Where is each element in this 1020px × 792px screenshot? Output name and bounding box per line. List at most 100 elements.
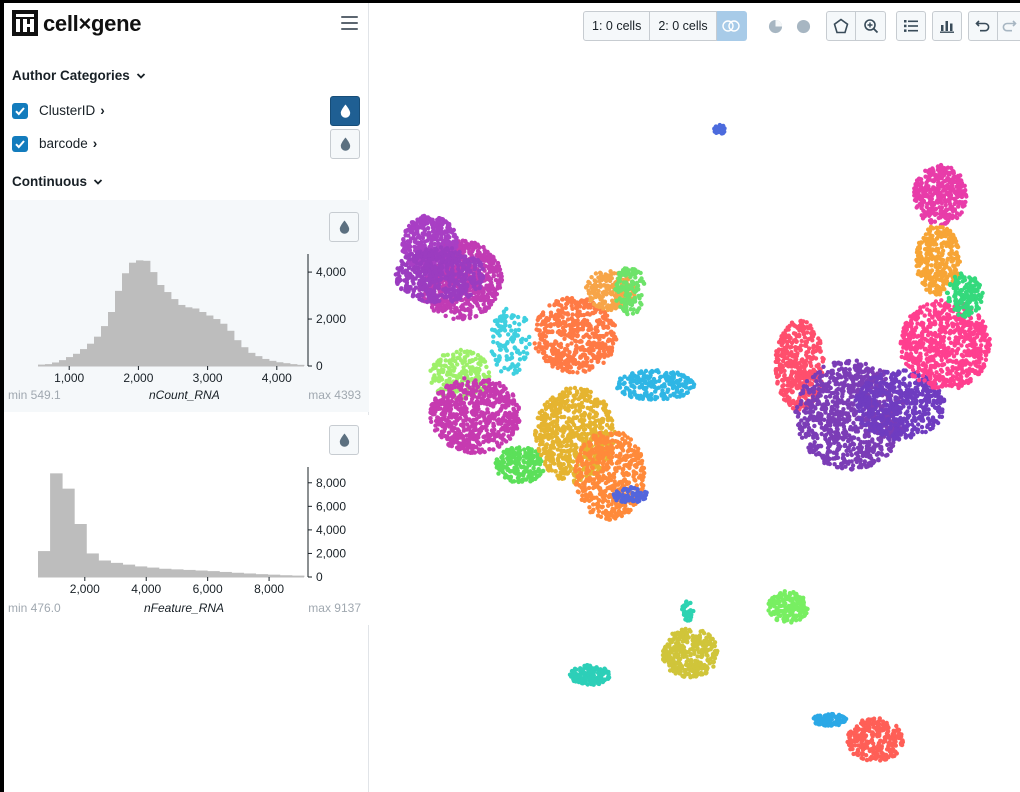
cell-point [554,299,559,304]
selection-2-button[interactable]: 2: 0 cells [650,11,717,41]
cell-point [536,446,541,452]
cell-point [423,251,428,256]
cell-point [566,433,571,438]
redo-icon [1002,20,1017,32]
cell-point [527,472,532,478]
list-button[interactable] [896,11,926,41]
cell-point [481,372,486,377]
cell-point [507,356,513,361]
cell-point [425,221,430,226]
cell-point [498,271,504,276]
cell-point [625,449,631,454]
cell-point [464,349,470,354]
cell-point [517,445,522,450]
cell-point [609,345,615,350]
cell-point [448,406,453,411]
category-name: barcode [39,136,88,151]
cell-point [594,413,599,419]
color-by-button[interactable] [330,96,360,126]
cell-point [597,455,602,460]
undo-icon [975,20,990,32]
cell-point [495,341,500,346]
cell-point [627,465,632,471]
zoom-mode-button[interactable] [856,11,886,41]
cell-point [400,270,406,275]
cell-point [638,452,643,457]
dot-toggle-button[interactable] [788,11,818,41]
cell-point [597,401,603,406]
cell-point [613,466,618,471]
cell-point [451,316,456,321]
cell-point [550,400,556,405]
cell-point [545,400,550,405]
continuous-header[interactable]: Continuous [12,174,103,189]
category-label[interactable]: barcode › [39,136,97,151]
cell-point [517,351,522,356]
pie-toggle-button[interactable] [760,11,790,41]
cell-point [580,327,586,332]
cell-point [585,398,590,403]
cell-point [480,266,485,271]
category-checkbox[interactable] [12,103,28,119]
cell-point [548,329,553,335]
histogram-min-label: min 549.1 [8,388,61,402]
color-by-button[interactable] [329,425,359,455]
cell-point [506,467,511,472]
author-categories-header[interactable]: Author Categories [12,68,146,83]
cell-point [560,426,565,431]
cell-point [615,432,620,437]
category-label[interactable]: ClusterID › [39,103,105,118]
cell-point [598,284,603,289]
histogram-bar [255,356,263,366]
cell-point [497,333,502,338]
checkmark-icon [15,107,25,116]
histogram-button[interactable] [932,11,962,41]
venn-button[interactable] [716,11,747,41]
redo-button[interactable] [998,11,1020,41]
hamburger-menu-icon[interactable] [341,16,358,30]
cell-point [503,319,508,324]
histogram-chart[interactable]: 2,000 4,000 6,000 8,0008,0006,0004,0002,000… [4,415,369,625]
cell-point [626,441,632,446]
selection-1-button[interactable]: 1: 0 cells [583,11,651,41]
cell-point [439,263,444,269]
cell-point [400,248,405,254]
cell-point [462,376,467,381]
cell-point [628,307,633,312]
cell-point [557,443,562,449]
cell-point [597,318,602,323]
cell-point [502,475,508,480]
cell-point [515,314,521,320]
cell-point [580,420,585,425]
histogram-bar [207,571,220,577]
cell-point [478,262,484,267]
y-tick-label: 2,000 [316,312,346,326]
cell-point [492,287,497,293]
cell-point [509,432,515,437]
cell-point [459,288,465,293]
cell-point [531,465,536,471]
cell-point [559,463,564,468]
cell-point [498,407,503,412]
cell-point [396,277,401,282]
lasso-mode-button[interactable] [826,11,856,41]
category-checkbox[interactable] [12,136,28,152]
cell-point [558,341,564,347]
undo-button[interactable] [968,11,998,41]
cell-point [476,271,482,277]
cell-point [622,304,627,309]
cell-point [580,412,585,418]
color-by-button[interactable] [330,129,360,159]
cell-point [546,425,552,430]
histogram-bar [171,569,184,577]
histogram-chart[interactable]: 1,000 2,000 3,000 4,0004,0002,0000 [4,200,369,412]
embedding-scatter-plot[interactable] [370,45,1020,792]
cell-point [536,468,542,474]
cell-point [539,453,544,458]
color-by-button[interactable] [329,212,359,242]
cell-point [593,287,598,292]
cell-point [562,359,568,364]
cell-point [566,459,571,465]
cell-point [446,289,451,294]
cell-point [596,275,601,280]
